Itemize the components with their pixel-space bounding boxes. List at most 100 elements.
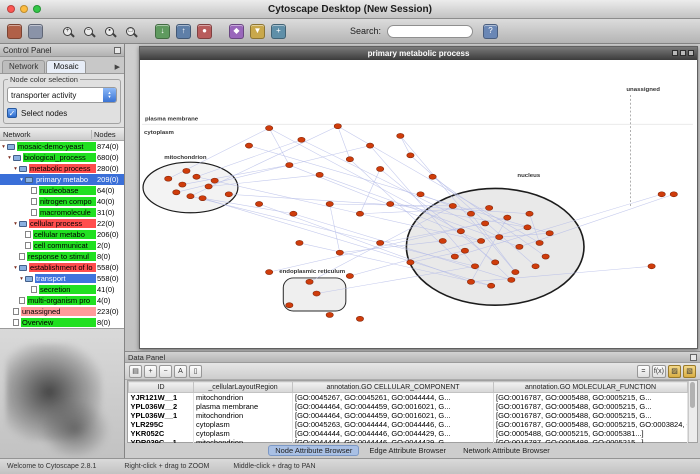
network-node[interactable] bbox=[173, 190, 180, 195]
table-cell[interactable]: [GO:0045263, GO:0044444, GO:0044446, G..… bbox=[293, 420, 494, 429]
network-node[interactable] bbox=[296, 240, 303, 245]
network-node[interactable] bbox=[306, 279, 313, 284]
network-node[interactable] bbox=[286, 303, 293, 308]
tree-row-nucleobase[interactable]: nucleobase64(0) bbox=[0, 185, 124, 196]
table-cell[interactable]: [GO:0044444, GO:0044446, GO:0044429, G..… bbox=[293, 429, 494, 438]
network-node[interactable] bbox=[492, 260, 499, 265]
disclosure-triangle-icon[interactable]: ▾ bbox=[12, 166, 19, 172]
network-node[interactable] bbox=[377, 166, 384, 171]
network-node[interactable] bbox=[526, 211, 533, 216]
tab-network-attribute-browser[interactable]: Network Attribute Browser bbox=[456, 445, 557, 456]
network-node[interactable] bbox=[316, 172, 323, 177]
network-node[interactable] bbox=[225, 192, 232, 197]
tree-row-nitrogen-compo[interactable]: nitrogen compo40(0) bbox=[0, 196, 124, 207]
table-cell[interactable]: YPL036W__1 bbox=[129, 411, 194, 420]
table-cell[interactable]: [GO:0016787, GO:0005488, GO:0005215, G..… bbox=[494, 402, 688, 411]
network-node[interactable] bbox=[290, 211, 297, 216]
table-cell[interactable]: YPL036W__2 bbox=[129, 402, 194, 411]
select-attributes-icon[interactable]: ▤ bbox=[129, 365, 142, 378]
network-node[interactable] bbox=[183, 168, 190, 173]
open-session-icon[interactable] bbox=[5, 22, 24, 41]
tab-network[interactable]: Network bbox=[2, 60, 45, 73]
vizmapper-icon[interactable]: ◆ bbox=[227, 22, 246, 41]
column-header-id[interactable]: ID bbox=[129, 382, 194, 393]
network-node[interactable] bbox=[451, 254, 458, 259]
column-header-nodes[interactable]: Nodes bbox=[92, 130, 124, 139]
column-header-network[interactable]: Network bbox=[0, 130, 92, 139]
float-panel-icon[interactable] bbox=[114, 47, 121, 54]
table-cell[interactable]: cytoplasm bbox=[194, 420, 293, 429]
tree-row-mosaic-demo-yeast[interactable]: ▾mosaic-demo-yeast874(0) bbox=[0, 141, 124, 152]
network-node[interactable] bbox=[356, 316, 363, 321]
table-row-ypl036w-2[interactable]: YPL036W__2plasma membrane[GO:0044464, GO… bbox=[129, 402, 688, 411]
network-node[interactable] bbox=[346, 273, 353, 278]
rename-attribute-icon[interactable]: A bbox=[174, 365, 187, 378]
network-node[interactable] bbox=[488, 283, 495, 288]
plugin-manager-icon[interactable]: + bbox=[269, 22, 288, 41]
import-network-icon[interactable]: ↓ bbox=[153, 22, 172, 41]
disclosure-triangle-icon[interactable]: ▾ bbox=[18, 177, 25, 183]
zoom-selected-icon[interactable]: ▪ bbox=[100, 22, 119, 41]
tree-row-cellular-metabo[interactable]: cellular metabo206(0) bbox=[0, 229, 124, 240]
zoom-in-icon[interactable]: + bbox=[58, 22, 77, 41]
table-scrollbar[interactable] bbox=[688, 381, 697, 442]
create-network-icon[interactable]: ● bbox=[195, 22, 214, 41]
tree-row-biological-process[interactable]: ▾biological_process680(0) bbox=[0, 152, 124, 163]
network-node[interactable] bbox=[648, 264, 655, 269]
network-node[interactable] bbox=[286, 163, 293, 168]
tree-row-transport[interactable]: ▾transport558(0) bbox=[0, 273, 124, 284]
zoom-window-icon[interactable] bbox=[33, 5, 41, 13]
network-node[interactable] bbox=[516, 244, 523, 249]
network-view-titlebar[interactable]: primary metabolic process bbox=[140, 47, 697, 60]
maximize-view-icon[interactable] bbox=[680, 50, 686, 56]
disclosure-triangle-icon[interactable]: ▾ bbox=[12, 265, 19, 271]
network-node[interactable] bbox=[266, 126, 273, 131]
table-cell[interactable]: cytoplasm bbox=[194, 429, 293, 438]
table-cell[interactable]: [GO:0005488, GO:0005215, GO:0005381...] bbox=[494, 429, 688, 438]
table-cell[interactable]: YJR121W__1 bbox=[129, 393, 194, 403]
tree-row-establishment-of-lo[interactable]: ▾establishment of lo558(0) bbox=[0, 262, 124, 273]
network-node[interactable] bbox=[377, 240, 384, 245]
column-header-annotation-go-cellular-component[interactable]: annotation.GO CELLULAR_COMPONENT bbox=[293, 382, 494, 393]
network-node[interactable] bbox=[496, 235, 503, 240]
table-cell[interactable]: [GO:0016787, GO:0005488, GO:0005215, G..… bbox=[494, 411, 688, 420]
table-row-ykr052c[interactable]: YKR052Ccytoplasm[GO:0044444, GO:0044446,… bbox=[129, 429, 688, 438]
network-node[interactable] bbox=[346, 157, 353, 162]
tree-row-cell-communicat[interactable]: cell communicat2(0) bbox=[0, 240, 124, 251]
birdseye-view[interactable] bbox=[0, 328, 124, 458]
table-row-yjr121w-1[interactable]: YJR121W__1mitochondrion[GO:0045267, GO:0… bbox=[129, 393, 688, 403]
disclosure-triangle-icon[interactable]: ▾ bbox=[6, 155, 13, 161]
table-cell[interactable]: [GO:0044464, GO:0044459, GO:0016021, G..… bbox=[293, 402, 494, 411]
select-nodes-checkbox[interactable]: ✓ bbox=[7, 108, 17, 118]
disclosure-triangle-icon[interactable]: ▾ bbox=[12, 221, 19, 227]
network-node[interactable] bbox=[211, 178, 218, 183]
network-node[interactable] bbox=[387, 201, 394, 206]
network-node[interactable] bbox=[546, 231, 553, 236]
network-node[interactable] bbox=[658, 192, 665, 197]
network-node[interactable] bbox=[245, 143, 252, 148]
column-header-cellularlayoutregion[interactable]: _cellularLayoutRegion bbox=[194, 382, 293, 393]
disclosure-triangle-icon[interactable]: ▾ bbox=[0, 144, 7, 150]
network-node[interactable] bbox=[205, 184, 212, 189]
zoom-out-icon[interactable]: − bbox=[79, 22, 98, 41]
tree-row-response-to-stimul[interactable]: response to stimul8(0) bbox=[0, 251, 124, 262]
table-cell[interactable]: mitochondrion bbox=[194, 411, 293, 420]
table-row-ypl036w-1[interactable]: YPL036W__1mitochondrion[GO:0044464, GO:0… bbox=[129, 411, 688, 420]
network-node[interactable] bbox=[536, 240, 543, 245]
filter-icon[interactable]: ▼ bbox=[248, 22, 267, 41]
network-node[interactable] bbox=[336, 250, 343, 255]
network-node[interactable] bbox=[356, 211, 363, 216]
table-cell[interactable]: YLR295C bbox=[129, 420, 194, 429]
network-node[interactable] bbox=[524, 225, 531, 230]
network-node[interactable] bbox=[449, 203, 456, 208]
table-cell[interactable]: [GO:0045267, GO:0045261, GO:0044444, G..… bbox=[293, 393, 494, 403]
network-node[interactable] bbox=[187, 194, 194, 199]
tree-row-multi-organism-pro[interactable]: multi-organism pro4(0) bbox=[0, 295, 124, 306]
delete-row-icon[interactable]: ▯ bbox=[189, 365, 202, 378]
network-node[interactable] bbox=[366, 143, 373, 148]
tree-row-secretion[interactable]: secretion41(0) bbox=[0, 284, 124, 295]
close-view-icon[interactable] bbox=[688, 50, 694, 56]
search-input[interactable] bbox=[387, 25, 473, 38]
network-node[interactable] bbox=[670, 192, 677, 197]
network-node[interactable] bbox=[508, 277, 515, 282]
